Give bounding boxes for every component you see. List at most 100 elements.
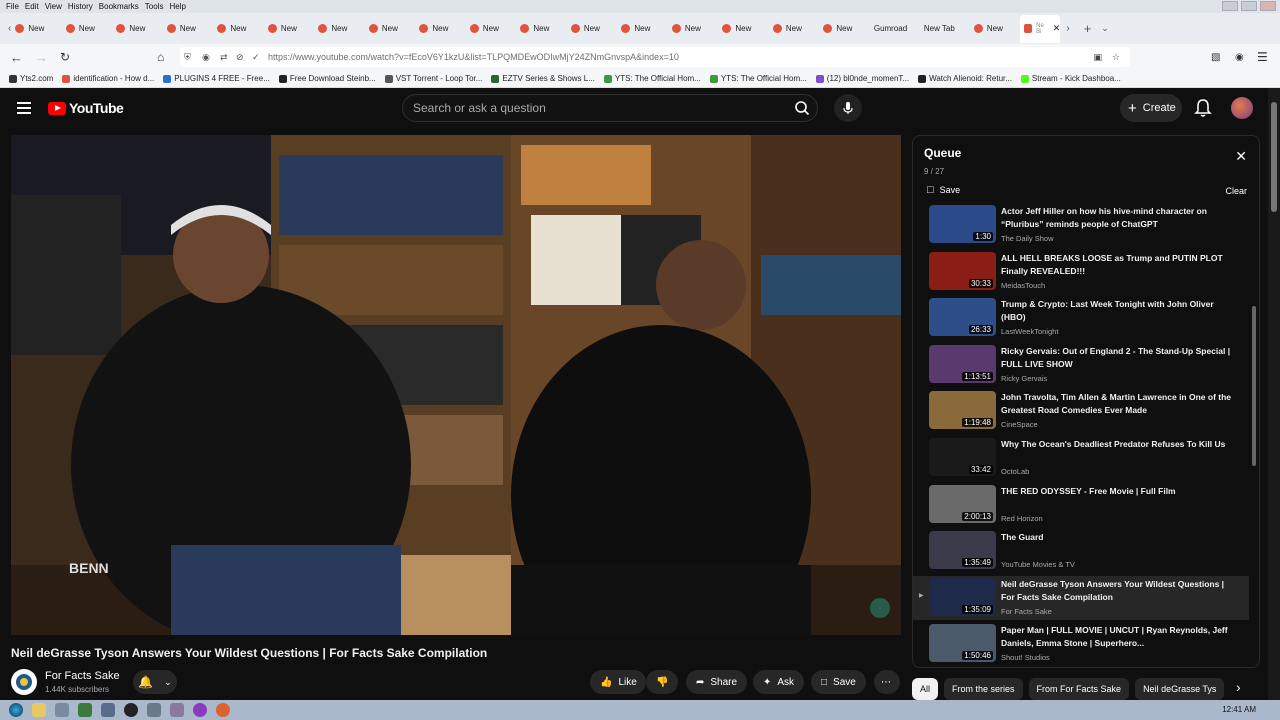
subscribed-button[interactable]: 🔔 ⌄ xyxy=(133,670,177,694)
menu-icon[interactable]: ☰ xyxy=(1257,50,1268,64)
browser-tab-newtab[interactable]: New Tab xyxy=(920,15,970,43)
save-video-button[interactable]: □ Save xyxy=(811,670,866,694)
queue-item-title[interactable]: The Guard xyxy=(1001,531,1233,544)
address-bar[interactable]: ⛨ ◉ ⇄ ⊘ ✓ https://www.youtube.com/watch?… xyxy=(180,47,1130,67)
page-scrollbar[interactable] xyxy=(1268,88,1280,700)
queue-thumbnail[interactable]: 1:35:09 xyxy=(929,577,996,616)
queue-item[interactable]: 1:30 Actor Jeff Hiller on how his hive-mi… xyxy=(913,203,1249,247)
video-player[interactable]: BENN xyxy=(11,135,901,635)
start-icon[interactable] xyxy=(9,703,23,717)
browser-tab[interactable]: New xyxy=(668,15,719,43)
queue-item[interactable]: 1:50:46 Paper Man | FULL MOVIE | UNCUT | … xyxy=(913,622,1249,666)
queue-item-title[interactable]: Actor Jeff Hiller on how his hive-mind c… xyxy=(1001,205,1233,231)
more-actions-button[interactable]: ⋯ xyxy=(874,670,900,694)
queue-thumbnail[interactable]: 1:30 xyxy=(929,205,996,243)
filter-chip[interactable]: Neil deGrasse Tys xyxy=(1135,678,1225,700)
browser-tab[interactable]: New xyxy=(415,15,466,43)
browser-tab[interactable]: New xyxy=(718,15,769,43)
forward-icon[interactable]: → xyxy=(35,50,48,65)
bookmark-item[interactable]: YTS: The Official Hom... xyxy=(709,74,807,83)
channel-avatar[interactable] xyxy=(11,669,37,695)
extensions-icon[interactable]: ▧ xyxy=(1211,52,1220,63)
account-avatar[interactable] xyxy=(1231,97,1253,119)
menu-view[interactable]: View xyxy=(45,2,62,11)
menu-help[interactable]: Help xyxy=(169,2,185,11)
browser-tab[interactable]: New xyxy=(163,15,214,43)
maximize-button[interactable] xyxy=(1241,1,1257,11)
bookmark-item[interactable]: VST Torrent - Loop Tor... xyxy=(384,74,482,83)
queue-item-title[interactable]: THE RED ODYSSEY - Free Movie | Full Film xyxy=(1001,485,1233,498)
bookmark-item[interactable]: YTS: The Official Hom... xyxy=(603,74,701,83)
menu-edit[interactable]: Edit xyxy=(25,2,39,11)
app-icon[interactable] xyxy=(55,703,69,717)
browser-tab[interactable]: New xyxy=(62,15,113,43)
queue-scrollbar[interactable] xyxy=(1252,306,1256,466)
tab-close-icon[interactable]: ✕ xyxy=(1053,23,1061,34)
scroll-thumb[interactable] xyxy=(1271,102,1277,212)
queue-thumbnail[interactable]: 1:35:49 xyxy=(929,531,996,570)
reload-icon[interactable]: ↻ xyxy=(60,50,70,64)
url-text[interactable]: https://www.youtube.com/watch?v=fEcoV6Y1… xyxy=(268,52,679,62)
queue-thumbnail[interactable]: 2:00:13 xyxy=(929,484,996,523)
browser-tab[interactable]: New xyxy=(970,15,1021,43)
app-icon[interactable] xyxy=(124,703,138,717)
queue-item[interactable]: 30:33 ALL HELL BREAKS LOOSE as Trump and … xyxy=(913,250,1249,294)
queue-item-title[interactable]: ALL HELL BREAKS LOOSE as Trump and PUTIN… xyxy=(1001,252,1233,278)
browser-tab[interactable]: New xyxy=(11,15,62,43)
youtube-logo[interactable]: YouTube xyxy=(48,100,124,116)
browser-tab[interactable]: New xyxy=(264,15,315,43)
bookmark-item[interactable]: (12) bl0nde_momenT... xyxy=(815,74,909,83)
queue-thumbnail[interactable]: 1:19:48 xyxy=(929,391,996,430)
app-icon[interactable] xyxy=(78,703,92,717)
queue-item[interactable]: ▶ 1:35:09 Neil deGrasse Tyson Answers Your… xyxy=(913,575,1249,620)
queue-thumbnail[interactable]: 1:13:51 xyxy=(929,344,996,383)
bookmark-item[interactable]: identification - How d... xyxy=(62,74,154,83)
browser-tab[interactable]: New xyxy=(365,15,416,43)
queue-item[interactable]: 1:13:51 Ricky Gervais: Out of England 2 -… xyxy=(913,343,1249,387)
queue-item[interactable]: 1:19:48 John Travolta, Tim Allen & Martin… xyxy=(913,389,1249,433)
hamburger-menu-icon[interactable] xyxy=(17,102,31,114)
queue-item[interactable]: 26:33 Trump & Crypto: Last Week Tonight w… xyxy=(913,296,1249,340)
lock-icon[interactable]: ◉ xyxy=(202,52,210,63)
dislike-button[interactable]: 👎 xyxy=(646,670,678,694)
bookmark-item[interactable]: Stream - Kick Dashboa... xyxy=(1020,74,1121,83)
queue-item-title[interactable]: Why The Ocean's Deadliest Predator Refus… xyxy=(1001,438,1233,451)
back-icon[interactable]: ← xyxy=(10,50,23,65)
close-window-button[interactable] xyxy=(1260,1,1276,11)
queue-item[interactable]: 1:35:49 The Guard YouTube Movies & TV xyxy=(913,529,1249,573)
filter-chip[interactable]: From For Facts Sake xyxy=(1028,678,1130,700)
bookmark-star-icon[interactable]: ☆ xyxy=(1112,52,1120,63)
bookmark-item[interactable]: PLUGINS 4 FREE - Free... xyxy=(163,74,270,83)
queue-item-title[interactable]: John Travolta, Tim Allen & Martin Lawren… xyxy=(1001,391,1233,417)
minimize-button[interactable] xyxy=(1222,1,1238,11)
queue-thumbnail[interactable]: 30:33 xyxy=(929,251,996,290)
site-info-icon[interactable]: ✓ xyxy=(252,52,260,63)
create-button[interactable]: + Create xyxy=(1120,94,1182,122)
tracking-icon[interactable]: ⊘ xyxy=(236,52,244,63)
bookmark-item[interactable]: Yts2.com xyxy=(9,74,53,83)
app-icon[interactable] xyxy=(101,703,115,717)
browser-tab[interactable]: New xyxy=(819,15,870,43)
browser-tab[interactable]: New xyxy=(466,15,517,43)
menu-history[interactable]: History xyxy=(68,2,93,11)
tab-list-icon[interactable]: ⌄ xyxy=(1101,23,1109,34)
like-button[interactable]: 👍 Like xyxy=(590,670,646,694)
browser-tab[interactable]: New xyxy=(769,15,820,43)
queue-thumbnail[interactable]: 33:42 xyxy=(929,438,996,476)
queue-thumbnail[interactable]: 26:33 xyxy=(929,298,996,337)
close-queue-icon[interactable]: ✕ xyxy=(1235,148,1247,165)
app-icon[interactable] xyxy=(193,703,207,717)
queue-item-title[interactable]: Ricky Gervais: Out of England 2 - The St… xyxy=(1001,345,1233,371)
explorer-icon[interactable] xyxy=(32,703,46,717)
bookmark-item[interactable]: Free Download Steinb... xyxy=(278,74,376,83)
search-input[interactable]: Search or ask a question xyxy=(402,94,818,122)
shield-icon[interactable]: ⛨ xyxy=(184,52,191,63)
queue-item-title[interactable]: Paper Man | FULL MOVIE | UNCUT | Ryan Re… xyxy=(1001,624,1233,650)
bookmark-item[interactable]: EZTV Series & Shows L... xyxy=(491,74,595,83)
queue-thumbnail[interactable]: 1:50:46 xyxy=(929,624,996,663)
browser-tab[interactable]: New xyxy=(314,15,365,43)
queue-item-title[interactable]: Trump & Crypto: Last Week Tonight with J… xyxy=(1001,298,1233,324)
bookmark-item[interactable]: Watch Alienoid: Retur... xyxy=(918,74,1012,83)
notifications-bell-icon[interactable] xyxy=(1194,98,1212,118)
browser-tab[interactable]: New xyxy=(567,15,618,43)
